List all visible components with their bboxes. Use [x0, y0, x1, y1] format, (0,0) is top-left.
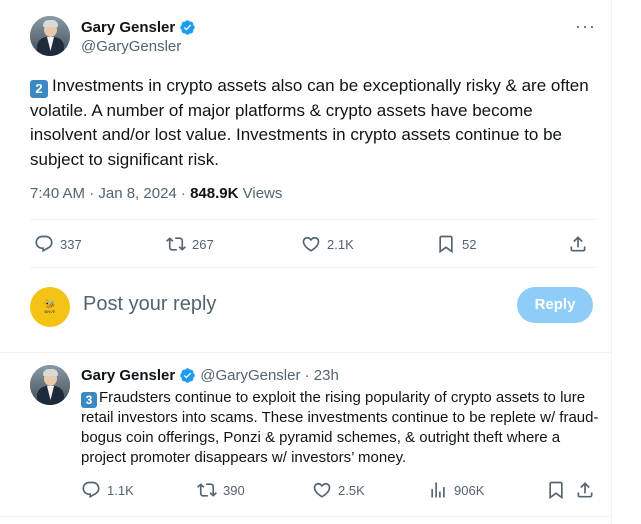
reply-icon: [35, 235, 53, 253]
reply-like-action[interactable]: 2.5K: [312, 480, 365, 500]
bookmark-icon: [439, 235, 453, 254]
heart-icon: [302, 236, 320, 252]
views-label: Views: [238, 185, 283, 202]
author-avatar[interactable]: [30, 16, 70, 56]
reply-input[interactable]: Post your reply: [83, 293, 216, 316]
number-two-emoji: 2: [30, 80, 48, 98]
more-options-icon[interactable]: ···: [575, 16, 596, 37]
divider: [30, 219, 596, 220]
analytics-icon: [431, 482, 445, 498]
tweet-text: 2 Investments in crypto assets also can b…: [30, 74, 600, 172]
divider: [0, 352, 612, 353]
reply-bookmark-action[interactable]: [546, 480, 566, 500]
author-name[interactable]: Gary Gensler: [81, 19, 175, 36]
bookmark-icon: [549, 481, 563, 500]
tweet-timestamp[interactable]: 7:40 AM · Jan 8, 2024 ·: [30, 185, 190, 202]
reply-actions-bar: 1.1K 390 2.5K 906K: [81, 480, 641, 500]
heart-icon: [313, 482, 331, 498]
number-three-emoji: 3: [81, 392, 97, 408]
like-count: 2.1K: [327, 236, 354, 252]
tweet-body: Investments in crypto assets also can be…: [30, 76, 589, 169]
tweet-actions-bar: 337 267 2.1K 52: [30, 234, 590, 254]
retweet-icon: [197, 483, 217, 497]
views-count: 848.9K: [190, 185, 239, 202]
reply-views-action[interactable]: 906K: [428, 480, 484, 500]
bee-logo-icon: 🐝: [44, 299, 56, 309]
reply-share-action[interactable]: [575, 480, 595, 500]
reply-views-count: 906K: [454, 482, 485, 498]
reply-reply-action[interactable]: 1.1K: [81, 480, 134, 500]
share-icon: [577, 482, 593, 498]
avatar-logo-text: BNVE: [44, 309, 56, 314]
reply-author-name[interactable]: Gary Gensler: [81, 367, 175, 384]
bookmark-count: 52: [462, 236, 477, 252]
reply-button[interactable]: Reply: [517, 287, 593, 323]
retweet-icon: [166, 237, 186, 251]
divider: [0, 516, 612, 517]
share-action[interactable]: [568, 234, 588, 254]
reply-icon: [82, 481, 100, 499]
retweet-count: 267: [192, 236, 214, 252]
tweet-meta: 7:40 AM · Jan 8, 2024 · 848.9K Views: [30, 185, 282, 202]
reply-reply-count: 1.1K: [107, 482, 134, 498]
share-icon: [570, 236, 586, 252]
verified-badge-icon: [180, 20, 195, 35]
reply-tweet-text: 3 Fraudsters continue to exploit the risi…: [81, 388, 601, 468]
reply-author-row: Gary Gensler @GaryGensler · 23h: [81, 367, 339, 384]
reply-retweet-count: 390: [223, 482, 245, 498]
current-user-avatar[interactable]: 🐝 BNVE: [30, 287, 70, 327]
author-handle[interactable]: @GaryGensler: [81, 38, 181, 55]
reply-author-meta[interactable]: @GaryGensler · 23h: [200, 367, 339, 384]
reply-count: 337: [60, 236, 82, 252]
divider: [30, 267, 596, 268]
reply-action[interactable]: 337: [34, 234, 82, 254]
author-name-row: Gary Gensler: [81, 19, 196, 36]
reply-author-avatar[interactable]: [30, 365, 70, 405]
like-action[interactable]: 2.1K: [301, 234, 354, 254]
reply-like-count: 2.5K: [338, 482, 365, 498]
bookmark-action[interactable]: 52: [436, 234, 476, 254]
retweet-action[interactable]: 267: [166, 234, 214, 254]
reply-tweet-body: Fraudsters continue to exploit the risin…: [81, 389, 599, 466]
verified-badge-icon: [180, 368, 195, 383]
reply-retweet-action[interactable]: 390: [197, 480, 245, 500]
tweet-thread: Gary Gensler @GaryGensler ··· 2 Investmen…: [0, 0, 612, 524]
